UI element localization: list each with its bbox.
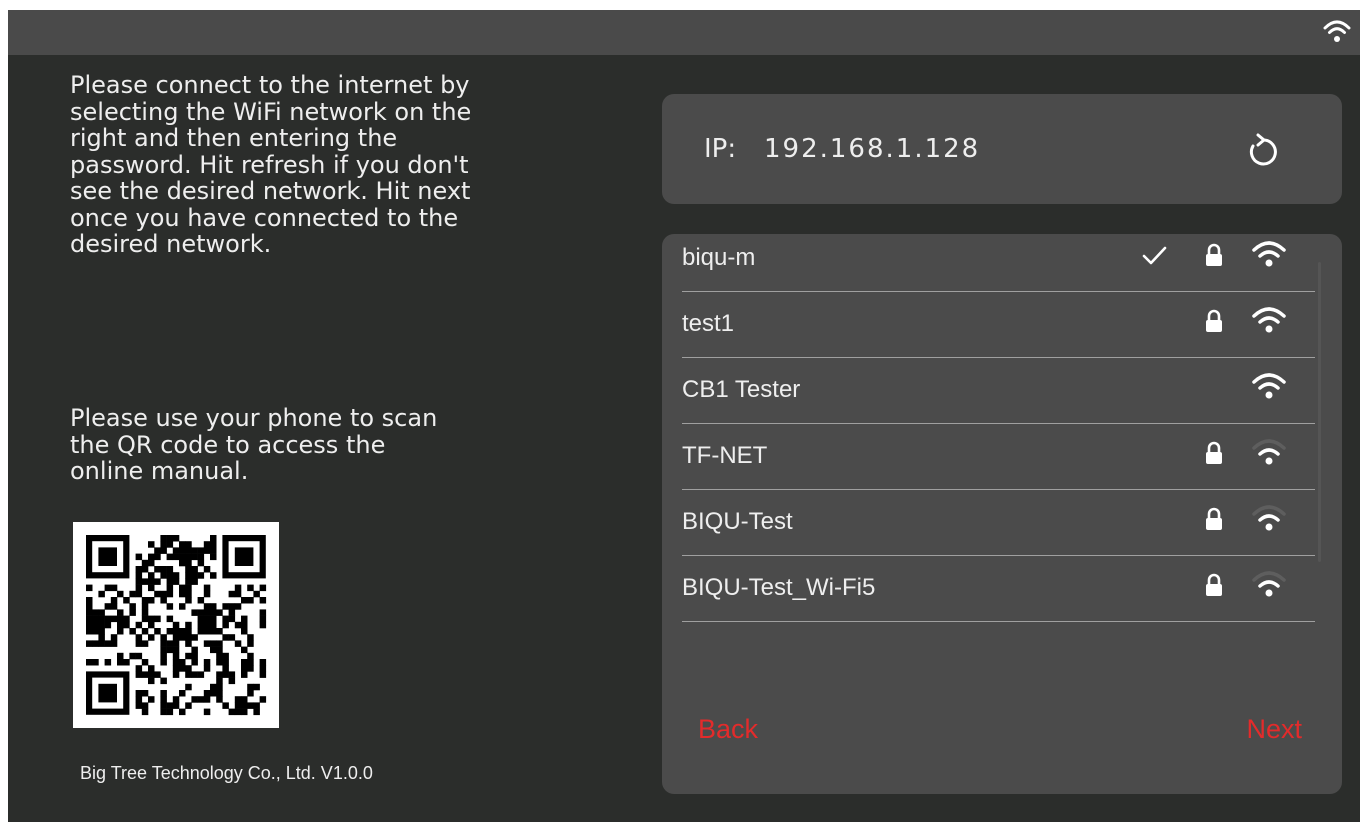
network-list[interactable]: biqu-m test1 CB1 Tester TF-NET BIQU-Test BIQU… (682, 234, 1315, 639)
network-row[interactable]: test1 (682, 293, 1315, 358)
wifi-icon (1323, 20, 1351, 42)
back-button[interactable]: Back (698, 714, 758, 745)
wifi-signal-icon (1252, 439, 1286, 465)
lock-icon (1206, 573, 1222, 596)
wifi-signal-icon (1252, 505, 1286, 531)
ip-address: 192.168.1.128 (764, 134, 981, 164)
next-button[interactable]: Next (1246, 714, 1302, 745)
network-name: TF-NET (682, 442, 768, 469)
wifi-signal-icon (1252, 307, 1286, 333)
network-row[interactable]: TF-NET (682, 425, 1315, 490)
lock-icon (1206, 507, 1222, 530)
ip-label: IP: (704, 134, 737, 164)
wifi-signal-icon (1252, 571, 1286, 597)
network-name: biqu-m (682, 244, 756, 271)
wifi-signal-icon (1252, 241, 1286, 267)
network-row-partial[interactable] (682, 623, 1315, 639)
connect-instructions: Please connect to the internet by select… (70, 71, 472, 258)
wifi-signal-icon (1252, 373, 1286, 399)
lock-icon (1206, 441, 1222, 464)
screen: Please connect to the internet by select… (8, 10, 1360, 822)
network-list-scrollbar[interactable] (1318, 262, 1321, 562)
ip-panel: IP: 192.168.1.128 (662, 94, 1342, 204)
lock-icon (1206, 243, 1222, 266)
network-row[interactable]: BIQU-Test (682, 491, 1315, 556)
network-row[interactable]: BIQU-Test_Wi-Fi5 (682, 557, 1315, 622)
checkmark-icon (1142, 246, 1167, 265)
lock-icon (1206, 309, 1222, 332)
network-row[interactable]: CB1 Tester (682, 359, 1315, 424)
network-name: test1 (682, 310, 735, 337)
network-row[interactable]: biqu-m (682, 234, 1315, 292)
refresh-icon[interactable] (1244, 132, 1284, 172)
status-bar (8, 10, 1360, 55)
network-name: BIQU-Test_Wi-Fi5 (682, 574, 876, 601)
network-name: CB1 Tester (682, 376, 801, 403)
network-name: BIQU-Test (682, 508, 793, 535)
qr-code (73, 522, 279, 728)
network-panel: biqu-m test1 CB1 Tester TF-NET BIQU-Test BIQU… (662, 234, 1342, 794)
qr-instructions: Please use your phone to scan the QR cod… (70, 404, 438, 485)
version-footer: Big Tree Technology Co., Ltd. V1.0.0 (80, 763, 373, 783)
